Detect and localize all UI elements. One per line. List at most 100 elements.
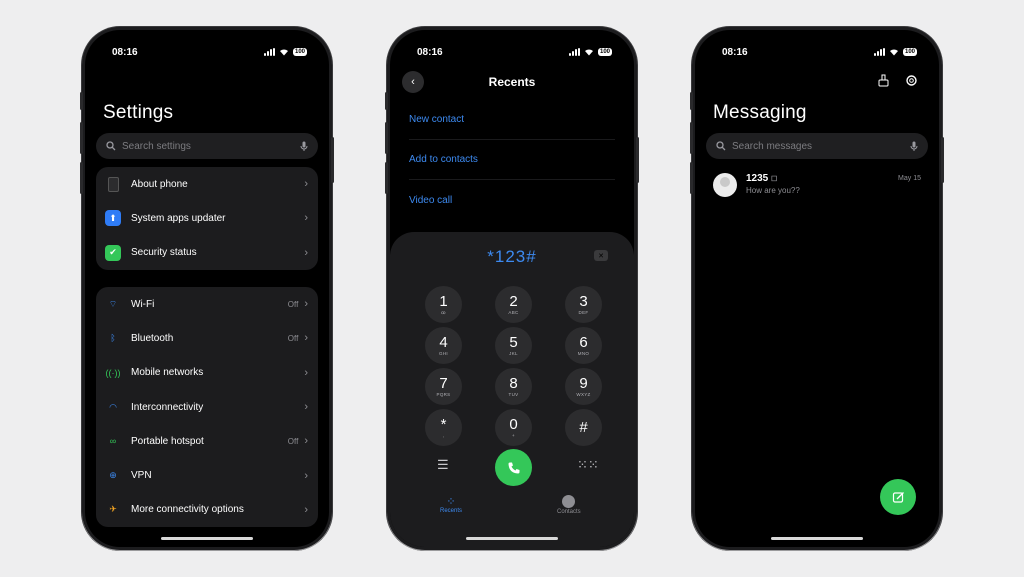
settings-group-connectivity: ⌔ Wi-Fi Off › ᛒ Bluetooth Off › ((·)) Mo… (96, 287, 318, 528)
key-digit: 1 (439, 292, 448, 310)
dial-key-8[interactable]: 8 TUV (495, 368, 532, 405)
key-digit: 6 (579, 334, 588, 351)
settings-item-label: More connectivity options (131, 504, 244, 516)
interconnect-icon: ◠ (109, 401, 117, 412)
search-icon (716, 141, 726, 151)
conversation-text: 1235 ☐ How are you?? (746, 173, 800, 195)
microphone-icon[interactable] (910, 141, 918, 152)
search-input[interactable]: Search messages (706, 133, 928, 159)
chevron-right-icon: › (304, 212, 308, 225)
settings-item-vpn[interactable]: ⊕ VPN › (96, 458, 318, 492)
key-digit: 4 (439, 334, 448, 351)
conversation-preview: How are you?? (746, 186, 800, 195)
contact-avatar-icon (562, 495, 576, 508)
key-letters: GHI (439, 351, 448, 356)
tab-recents[interactable]: ⁘ Recents (440, 495, 462, 514)
search-input[interactable]: Search settings (96, 133, 318, 159)
phone-call-icon (508, 462, 519, 473)
conversation-item[interactable]: 1235 ☐ How are you?? May 15 (713, 173, 921, 205)
dial-key-hash[interactable]: # (565, 409, 602, 446)
settings-item-label: Security status (131, 247, 197, 259)
add-to-contacts-link[interactable]: Add to contacts (409, 140, 615, 180)
new-contact-link[interactable]: New contact (409, 100, 615, 140)
signal-icon (568, 48, 580, 56)
phone-settings: 08:16 100 Settings Search settings About… (80, 27, 334, 550)
dial-key-2[interactable]: 2 ABC (495, 286, 532, 323)
key-letters: + (512, 433, 515, 438)
wifi-status-icon (279, 49, 288, 56)
cleaner-brush-icon[interactable] (877, 74, 890, 90)
video-call-link[interactable]: Video call (409, 180, 615, 220)
key-digit: 7 (439, 375, 448, 392)
key-letters: JKL (509, 351, 518, 356)
dial-key-6[interactable]: 6 MNO (565, 327, 602, 364)
grid-icon: ⁘ (446, 496, 456, 508)
dial-key-3[interactable]: 3 DEF (565, 286, 602, 323)
signal-icon (263, 48, 275, 56)
phone-messaging: 08:16 100 Messaging Search messages 1235… (690, 27, 944, 550)
key-letters: TUV (508, 392, 519, 397)
search-placeholder: Search settings (122, 140, 191, 152)
home-indicator[interactable] (161, 537, 253, 540)
dialer-screen: 08:16 100 ‹ Recents New contact Add to c… (390, 30, 634, 547)
key-letters: WXYZ (576, 392, 591, 397)
page-title: Messaging (713, 102, 807, 123)
settings-item-portable-hotspot[interactable]: ∞ Portable hotspot Off › (96, 424, 318, 458)
conversation-date: May 15 (898, 175, 921, 182)
settings-item-value: Off (287, 436, 299, 446)
status-bar: 08:16 100 (112, 45, 307, 59)
backspace-button[interactable]: ✕ (594, 250, 608, 261)
dial-key-5[interactable]: 5 JKL (495, 327, 532, 364)
settings-item-bluetooth[interactable]: ᛒ Bluetooth Off › (96, 321, 318, 355)
tab-contacts[interactable]: Contacts (557, 495, 581, 515)
settings-item-more-connectivity[interactable]: ✈ More connectivity options › (96, 493, 318, 527)
chevron-right-icon: › (304, 469, 308, 482)
status-time: 08:16 (722, 46, 748, 58)
chevron-right-icon: › (304, 178, 308, 191)
signal-icon (873, 48, 885, 56)
phone-icon (108, 176, 119, 192)
settings-item-interconnectivity[interactable]: ◠ Interconnectivity › (96, 390, 318, 424)
call-button[interactable] (495, 449, 532, 486)
chevron-right-icon: › (304, 503, 308, 516)
dial-key-1[interactable]: 1ꝏ (425, 286, 462, 323)
key-letters: , (442, 433, 445, 438)
menu-icon[interactable]: ☰ (437, 457, 449, 473)
status-bar: 08:16 100 (417, 45, 612, 59)
wifi-status-icon (584, 49, 593, 56)
dial-key-7[interactable]: 7 PQRS (425, 368, 462, 405)
settings-item-value: Off (287, 299, 299, 309)
key-digit: 0 (509, 416, 518, 433)
airplane-icon: ✈ (109, 504, 117, 515)
bluetooth-icon: ᛒ (110, 333, 116, 344)
settings-item-wifi[interactable]: ⌔ Wi-Fi Off › (96, 287, 318, 321)
dial-key-0[interactable]: 0 + (495, 409, 532, 446)
dialpad-panel: * 1 2 3 # ✕ 1ꝏ 2 ABC 3 DEF 4 GHI 5 JKL 6 MNO 7 PQR… (390, 232, 634, 547)
settings-item-security-status[interactable]: ✔ Security status › (96, 236, 318, 270)
key-digit: * (440, 416, 447, 433)
globe-icon: ⊕ (109, 470, 117, 481)
status-bar: 08:16 100 (722, 45, 917, 59)
home-indicator[interactable] (771, 537, 863, 540)
close-icon: ✕ (598, 252, 604, 260)
arrow-up-icon: ⬆ (105, 210, 121, 227)
chevron-right-icon: › (304, 298, 308, 311)
settings-item-system-apps-updater[interactable]: ⬆ System apps updater › (96, 201, 318, 235)
settings-item-mobile-networks[interactable]: ((·)) Mobile networks › (96, 356, 318, 390)
wifi-icon: ⌔ (108, 298, 118, 309)
tab-label: Recents (440, 508, 463, 514)
sim-icon: ☐ (771, 176, 778, 183)
dial-key-9[interactable]: 9 WXYZ (565, 368, 602, 405)
key-digit: # (579, 419, 588, 436)
settings-item-label: Mobile networks (131, 367, 204, 379)
compose-button[interactable] (880, 479, 916, 515)
settings-item-about-phone[interactable]: About phone › (96, 167, 318, 201)
dial-key-4[interactable]: 4 GHI (425, 327, 462, 364)
avatar (713, 173, 737, 197)
microphone-icon[interactable] (300, 141, 308, 152)
gear-icon[interactable] (905, 74, 918, 90)
dial-key-star[interactable]: *, (425, 409, 462, 446)
dialpad-grid-icon[interactable]: ⁙⁙ (577, 457, 599, 473)
home-indicator[interactable] (466, 537, 558, 540)
status-time: 08:16 (112, 46, 138, 58)
